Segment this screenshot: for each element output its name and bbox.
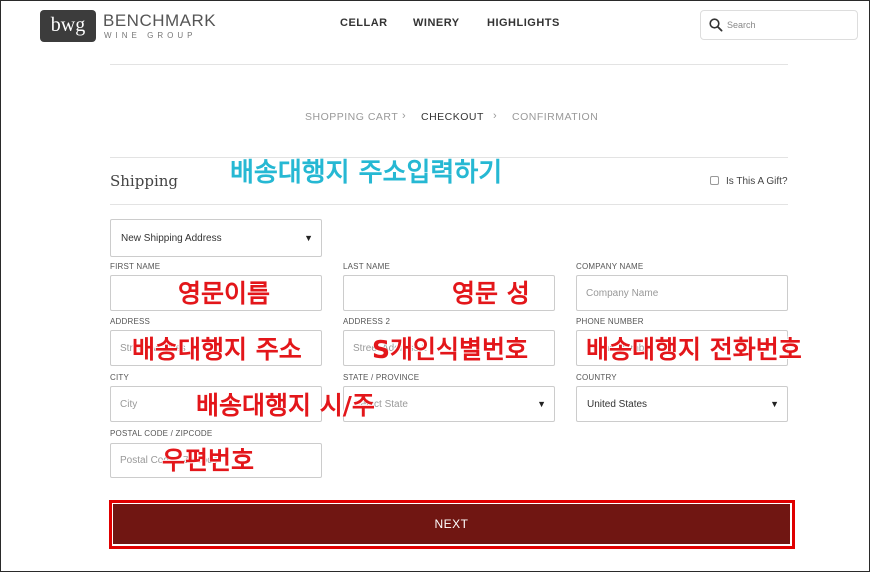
annotation-postal: 우편번호 (162, 446, 255, 475)
step-checkout: CHECKOUT (421, 111, 484, 123)
nav-cellar[interactable]: CELLAR (340, 17, 388, 29)
country-select[interactable]: United States ▼ (576, 386, 788, 422)
annotation-phone: 배송대행지 전화번호 (586, 335, 802, 364)
nav-winery[interactable]: WINERY (413, 17, 460, 29)
address-select-value: New Shipping Address (121, 232, 222, 244)
address-label: ADDRESS (110, 317, 151, 326)
company-label: COMPANY NAME (576, 262, 644, 271)
brand-logo-mark[interactable]: bwg (40, 10, 96, 42)
search-box[interactable] (700, 10, 858, 40)
dropdown-arrow-icon: ▼ (304, 233, 313, 243)
brand-name[interactable]: BENCHMARK (103, 11, 216, 31)
next-button[interactable]: NEXT (113, 504, 790, 544)
dropdown-arrow-icon: ▼ (770, 399, 779, 409)
search-icon (709, 18, 723, 32)
gift-label[interactable]: Is This A Gift? (726, 176, 788, 187)
step-separator: › (493, 110, 497, 122)
annotation-title: 배송대행지 주소입력하기 (230, 158, 503, 188)
country-select-value: United States (587, 398, 648, 410)
step-confirmation: CONFIRMATION (512, 111, 599, 123)
dropdown-arrow-icon: ▼ (537, 399, 546, 409)
postal-label: POSTAL CODE / ZIPCODE (110, 429, 213, 438)
country-label: COUNTRY (576, 373, 617, 382)
annotation-address: 배송대행지 주소 (132, 335, 302, 364)
search-input[interactable] (727, 16, 847, 34)
nav-highlights[interactable]: HIGHLIGHTS (487, 17, 560, 29)
address-select[interactable]: New Shipping Address ▼ (110, 219, 322, 257)
address2-label: ADDRESS 2 (343, 317, 391, 326)
header-divider (110, 64, 788, 65)
city-label: CITY (110, 373, 130, 382)
annotation-address2: S개인식별번호 (372, 335, 529, 364)
step-separator: › (402, 110, 406, 122)
gift-checkbox[interactable] (710, 176, 719, 185)
brand-subtitle: WINE GROUP (104, 31, 197, 40)
state-label: STATE / PROVINCE (343, 373, 420, 382)
first-name-label: FIRST NAME (110, 262, 161, 271)
annotation-first-name: 영문이름 (178, 279, 271, 308)
company-field[interactable] (576, 275, 788, 311)
phone-label: PHONE NUMBER (576, 317, 644, 326)
step-shopping-cart[interactable]: SHOPPING CART (305, 111, 398, 123)
last-name-label: LAST NAME (343, 262, 390, 271)
annotation-last-name: 영문 성 (452, 279, 530, 308)
shipping-divider (110, 204, 788, 205)
shipping-title: Shipping (110, 172, 178, 190)
annotation-city-state: 배송대행지 시/주 (196, 391, 375, 420)
